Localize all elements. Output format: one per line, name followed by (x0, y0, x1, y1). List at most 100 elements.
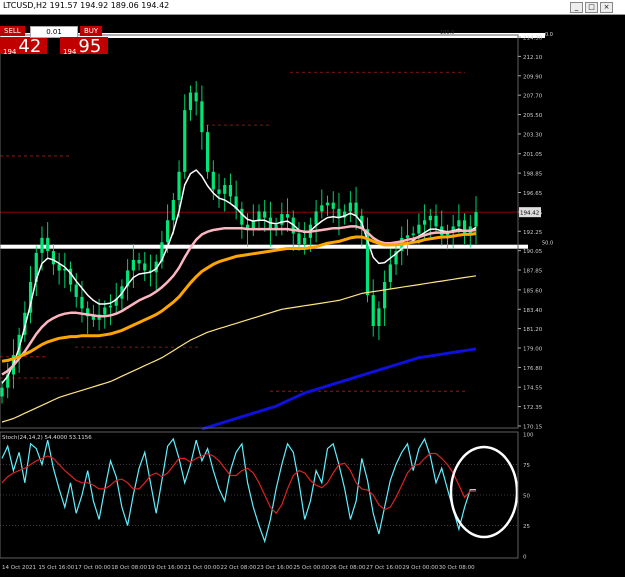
stoch-main-line (1, 437, 476, 544)
candle-body (423, 220, 427, 225)
candle-body (371, 295, 375, 326)
candle-body (171, 200, 175, 221)
candle-body (314, 211, 318, 225)
stoch-y-tick-label: 50 (523, 494, 530, 500)
stoch-signal-line (1, 452, 476, 515)
stoch-y-tick-label: 75 (523, 463, 530, 469)
x-tick-label: 22 Oct 08:00 (220, 565, 256, 571)
candle-body (0, 387, 4, 397)
candle-body (223, 185, 227, 194)
price-y-tick-label: 205.50 (523, 113, 543, 119)
price-y-tick-label: 170.15 (523, 425, 543, 431)
maximize-icon[interactable]: □ (585, 2, 598, 13)
sell-price[interactable]: 194 42 (0, 36, 47, 57)
candle-body (434, 215, 438, 227)
x-tick-label: 30 Oct 08:00 (439, 565, 475, 571)
mid-level-label: 50.0 (542, 241, 553, 247)
minimize-icon[interactable]: _ (570, 2, 583, 13)
candle-body (257, 211, 261, 221)
candle-body (388, 264, 392, 282)
buy-button[interactable]: BUY (80, 26, 103, 36)
price-y-tick-label: 185.60 (523, 288, 543, 294)
candle-body (325, 202, 330, 206)
candle-body (217, 189, 221, 194)
x-tick-label: 17 Oct 00:00 (75, 565, 111, 571)
price-panel: 100.0 0.050.0 (0, 30, 553, 431)
price-y-tick-label: 179.00 (523, 347, 543, 353)
candle-body (194, 92, 198, 102)
chart-canvas: 100.0 0.050.0 Stoch(24,14,2) 54.4000 53.1… (0, 30, 553, 571)
price-y-tick-label: 181.20 (523, 327, 543, 333)
x-tick-label: 26 Oct 08:00 (330, 565, 366, 571)
sell-price-big: 42 (18, 36, 42, 57)
title-bar: LTCUSD,H2 191.57 194.92 189.06 194.42 _ … (0, 0, 625, 15)
price-y-tick-label: 174.55 (523, 386, 543, 392)
price-y-tick-label: 203.30 (523, 132, 543, 138)
x-tick-label: 29 Oct 00:00 (402, 565, 438, 571)
stoch-y-tick-label: 0 (523, 555, 527, 561)
top-level-label-right: 0.0 (545, 32, 553, 38)
chart-window: 100.0 0.0 50.0 Stoch(24,14,2) 54.4000 53.1… (0, 0, 625, 577)
x-tick-label: 18 Oct 08:00 (111, 565, 147, 571)
candle-body (337, 208, 341, 218)
candle-body (51, 251, 55, 265)
x-tick-label: 21 Oct 00:00 (184, 565, 220, 571)
price-y-tick-label: 190.05 (523, 249, 543, 255)
sell-panel[interactable]: SELL 194 42 (0, 26, 47, 56)
candle-body (74, 284, 78, 297)
candle-body (297, 233, 301, 245)
price-y-tick-label: 212.10 (523, 55, 543, 61)
candle-body (354, 202, 358, 216)
candle-body (228, 185, 233, 197)
x-tick-label: 15 Oct 16:00 (38, 565, 74, 571)
candle-body (137, 259, 141, 264)
highlight-circle (449, 445, 519, 539)
ma-fast-line (1, 169, 477, 384)
candle-body (57, 264, 61, 271)
candle-body (474, 212, 478, 227)
candle-body (417, 224, 421, 234)
x-tick-label: 19 Oct 16:00 (148, 565, 184, 571)
price-y-tick-label: 196.65 (523, 191, 543, 197)
x-tick-label: 14 Oct 2021 (2, 565, 36, 571)
candle-body (331, 202, 335, 209)
candle-body (303, 237, 307, 245)
candle-body (108, 305, 113, 308)
candle-body (383, 281, 387, 309)
price-y-tick-label: 198.85 (523, 172, 543, 178)
candle-body (166, 220, 170, 243)
current-price-label: 194.42 (520, 211, 539, 217)
candle-body (131, 259, 135, 271)
candle-body (211, 171, 215, 190)
candle-body (405, 235, 410, 238)
price-y-tick-label: 187.85 (523, 269, 543, 275)
x-tick-label: 27 Oct 16:00 (366, 565, 402, 571)
price-y-tick-label: 176.80 (523, 366, 543, 372)
price-y-tick-label: 201.05 (523, 152, 543, 158)
candle-body (320, 205, 324, 212)
stochastic-panel: Stoch(24,14,2) 54.4000 53.1156 (1, 435, 519, 544)
ma-yellow-line (1, 275, 477, 423)
price-y-tick-label: 183.40 (523, 308, 543, 314)
candle-body (377, 308, 381, 326)
buy-price-big: 95 (78, 36, 102, 57)
candle-body (183, 110, 187, 172)
price-y-tick-label: 207.70 (523, 94, 543, 100)
candle-body (200, 101, 204, 133)
sell-price-prefix: 194 (3, 48, 17, 56)
price-y-tick-label: 172.35 (523, 405, 543, 411)
buy-panel[interactable]: BUY 194 95 (60, 26, 108, 56)
candle-body (411, 233, 415, 236)
x-tick-label: 23 Oct 16:00 (257, 565, 293, 571)
close-icon[interactable]: × (600, 2, 613, 13)
buy-price[interactable]: 194 95 (60, 36, 108, 57)
stoch-y-tick-label: 25 (523, 524, 530, 530)
candle-body (103, 307, 107, 315)
stoch-y-tick-label: 100 (523, 433, 534, 439)
ma-orange-line (1, 232, 477, 363)
buy-price-prefix: 194 (63, 48, 77, 56)
candle-body (428, 215, 432, 221)
price-y-tick-label: 192.25 (523, 230, 543, 236)
sell-button[interactable]: SELL (0, 26, 25, 36)
candle-body (285, 214, 290, 218)
